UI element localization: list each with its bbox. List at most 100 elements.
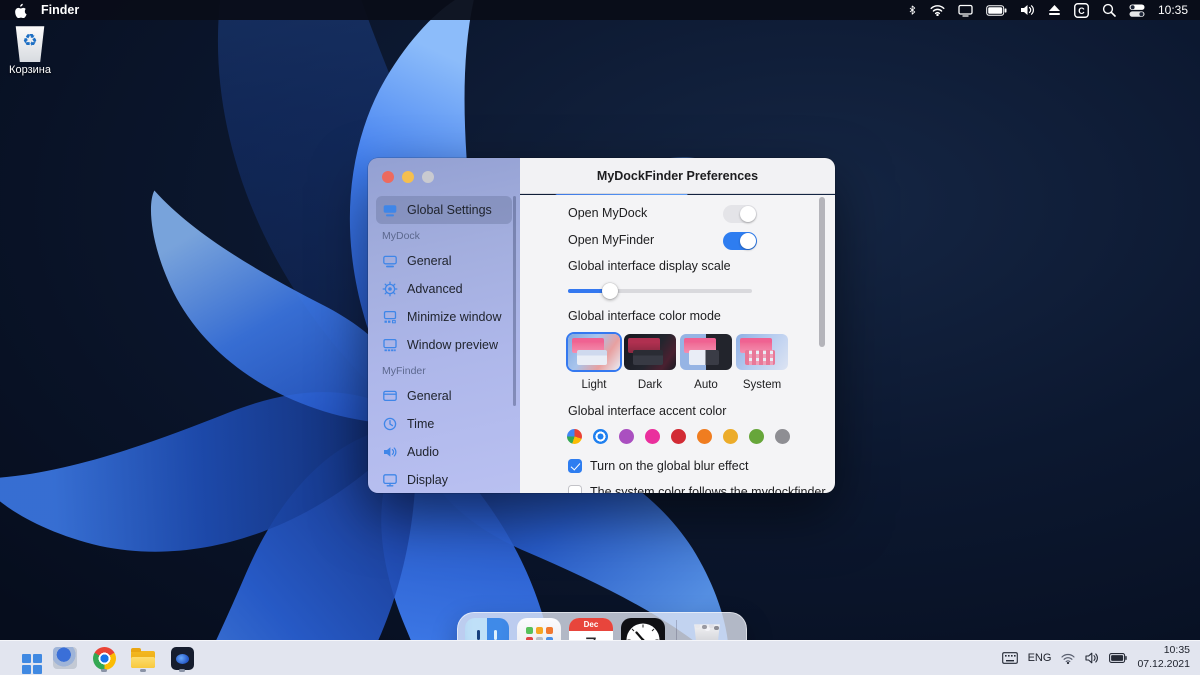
taskbar-clock[interactable]: 10:35 07.12.2021 <box>1137 644 1190 671</box>
window-title: MyDockFinder Preferences <box>597 169 758 183</box>
control-center-icon[interactable] <box>1129 0 1145 20</box>
sidebar-item-minimize-window[interactable]: Minimize window <box>376 303 512 331</box>
sidebar-item-mydock-advanced[interactable]: Advanced <box>376 275 512 303</box>
sidebar-item-label: General <box>407 254 451 268</box>
thumb-window <box>689 350 719 365</box>
minimize-window-icon <box>382 309 399 326</box>
preferences-content: Open MyDock Open MyFinder Global interfa… <box>520 195 835 493</box>
sidebar-item-label: Audio <box>407 445 439 459</box>
traffic-lights <box>382 171 434 183</box>
close-button[interactable] <box>382 171 394 183</box>
window-titlebar[interactable]: MyDockFinder Preferences <box>520 158 835 194</box>
accent-red[interactable] <box>671 429 686 444</box>
sidebar-item-window-preview[interactable]: Window preview <box>376 331 512 359</box>
color-mode-label: Global interface color mode <box>568 309 721 323</box>
menubar-window-icon <box>382 388 399 405</box>
display-scale-label: Global interface display scale <box>568 259 731 273</box>
blur-effect-row: Turn on the global blur effect <box>568 459 748 473</box>
desktop-trash-icon[interactable]: ♻ Корзина <box>6 24 54 76</box>
accent-gray[interactable] <box>775 429 790 444</box>
sidebar-item-label: Minimize window <box>407 310 501 324</box>
sidebar-scrollbar[interactable] <box>513 196 516 406</box>
sidebar-item-label: Advanced <box>407 282 463 296</box>
color-mode-light[interactable] <box>568 334 620 370</box>
sidebar-item-audio[interactable]: Audio <box>376 438 512 466</box>
recycle-bin-icon: ♻ <box>13 24 47 62</box>
tray-volume-icon[interactable] <box>1085 652 1099 664</box>
light-label: Light <box>568 379 620 391</box>
color-mode-system[interactable] <box>736 334 788 370</box>
window-preview-icon <box>382 337 399 354</box>
tray-wifi-icon[interactable] <box>1061 653 1075 664</box>
accent-multicolor[interactable] <box>567 429 582 444</box>
toggle-knob <box>740 206 756 222</box>
open-myfinder-label: Open MyFinder <box>568 233 654 247</box>
display-scale-slider[interactable] <box>568 289 752 293</box>
menubar-clock[interactable]: 10:35 <box>1158 3 1188 17</box>
bluetooth-icon[interactable] <box>908 0 917 20</box>
sidebar-item-myfinder-general[interactable]: General <box>376 382 512 410</box>
blur-effect-label: Turn on the global blur effect <box>590 459 748 473</box>
active-app-menu[interactable]: Finder <box>41 3 79 17</box>
desktop-trash-label: Корзина <box>6 64 54 76</box>
section-label: MyFinder <box>382 365 426 377</box>
desktop: Finder C <box>0 0 1200 675</box>
eject-icon[interactable] <box>1048 0 1061 20</box>
apple-menu[interactable] <box>14 0 27 20</box>
open-myfinder-toggle[interactable] <box>723 232 757 250</box>
color-mode-auto[interactable] <box>680 334 732 370</box>
sidebar-item-label: Time <box>407 417 434 431</box>
speaker-icon <box>382 444 399 461</box>
open-mydock-toggle[interactable] <box>723 205 757 223</box>
wifi-icon[interactable] <box>930 0 945 20</box>
accent-green[interactable] <box>749 429 764 444</box>
folder-icon <box>131 651 155 668</box>
accent-orange[interactable] <box>697 429 712 444</box>
accent-yellow[interactable] <box>723 429 738 444</box>
start-button[interactable] <box>12 643 40 673</box>
sidebar-item-global-settings[interactable]: Global Settings <box>376 196 512 224</box>
sidebar-item-time[interactable]: Time <box>376 410 512 438</box>
battery-icon[interactable] <box>986 0 1007 20</box>
taskbar-mydockfinder-icon[interactable] <box>168 643 196 673</box>
taskbar-time: 10:35 <box>1137 644 1190 658</box>
display-icon[interactable] <box>958 0 973 20</box>
accent-pink[interactable] <box>645 429 660 444</box>
open-mydock-label: Open MyDock <box>568 206 647 220</box>
toggle-knob <box>740 233 756 249</box>
accent-purple[interactable] <box>619 429 634 444</box>
color-mode-options <box>568 334 788 370</box>
taskbar-app-3d-icon[interactable] <box>51 643 79 673</box>
svg-text:C: C <box>1078 5 1085 15</box>
slider-knob[interactable] <box>602 283 618 299</box>
zoom-button[interactable] <box>422 171 434 183</box>
mydockfinder-preferences-window: Global Settings MyDock General Advanced … <box>368 158 835 493</box>
dock-icon <box>382 202 399 219</box>
system-color-checkbox[interactable] <box>568 485 582 493</box>
volume-icon[interactable] <box>1020 0 1035 20</box>
accent-color-options <box>567 429 790 444</box>
app-3d-icon <box>53 647 77 669</box>
sidebar-item-mydock-general[interactable]: General <box>376 247 512 275</box>
accent-color-label: Global interface accent color <box>568 404 726 418</box>
taskbar-explorer-icon[interactable] <box>129 643 157 673</box>
windows-taskbar: ENG 10:35 07.12.2021 <box>0 640 1200 675</box>
windows-logo-icon <box>22 654 31 663</box>
window-sidebar: Global Settings MyDock General Advanced … <box>368 158 520 493</box>
content-scrollbar[interactable] <box>819 197 825 347</box>
language-indicator[interactable]: ENG <box>1028 652 1052 664</box>
dock-icon <box>382 253 399 270</box>
touch-keyboard-icon[interactable] <box>1002 652 1018 664</box>
keyboard-layout-icon[interactable]: C <box>1074 0 1089 20</box>
tray-battery-icon[interactable] <box>1109 653 1127 663</box>
blur-effect-checkbox[interactable] <box>568 459 582 473</box>
sidebar-section-myfinder: MyFinder <box>376 359 512 382</box>
sidebar-item-label: Global Settings <box>407 203 492 217</box>
dark-label: Dark <box>624 379 676 391</box>
color-mode-dark[interactable] <box>624 334 676 370</box>
accent-blue-selected[interactable] <box>593 429 608 444</box>
sidebar-item-display[interactable]: Display <box>376 466 512 493</box>
taskbar-chrome-icon[interactable] <box>90 643 118 673</box>
minimize-button[interactable] <box>402 171 414 183</box>
search-icon[interactable] <box>1102 0 1116 20</box>
